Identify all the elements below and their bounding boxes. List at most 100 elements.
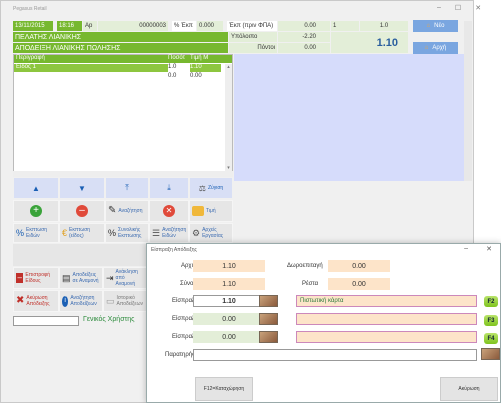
price-value: 1.0 bbox=[360, 21, 408, 31]
arrow-bottom-icon: ⤓ bbox=[167, 183, 171, 192]
change-value: 0.00 bbox=[328, 278, 390, 290]
percent-icon: % bbox=[108, 228, 117, 238]
cancel-button[interactable]: Ακύρωση bbox=[440, 377, 498, 401]
time-field: 18:16 bbox=[57, 21, 82, 31]
dialog-title: Είσπραξη Απόδειξης bbox=[151, 247, 197, 253]
history-buttons: ✖ Ακύρωση Απόδειξης i Αναζήτηση Αποδείξεων… bbox=[13, 290, 147, 312]
notes-icon[interactable] bbox=[481, 348, 500, 360]
nav-buttons: ▲ ▼ ⤒ ⤓ ⚖ Ζύγιση bbox=[13, 177, 233, 199]
points-label: Πόντοι bbox=[229, 43, 277, 53]
minimize-icon[interactable]: – bbox=[437, 4, 441, 12]
customer-name: ΠΕΛΑΤΗΣ ΛΙΑΝΙΚΗΣ bbox=[13, 32, 228, 42]
col-price: Τιμή Μ bbox=[190, 55, 209, 61]
return-item-button[interactable]: – Επιστροφή Είδους bbox=[13, 267, 59, 289]
cancel-receipt-button[interactable]: ✖ Ακύρωση Απόδειξης bbox=[13, 290, 59, 312]
arrow-in-icon: ⇥ bbox=[106, 273, 114, 283]
delete-button[interactable]: ✕ bbox=[149, 200, 189, 222]
maximize-icon[interactable]: ☐ bbox=[455, 4, 461, 12]
work-files-button[interactable]: ⚙ Αρχείς Εργασίας bbox=[189, 223, 233, 243]
item-discount-button[interactable]: € Εκπτωση (είδος) bbox=[59, 223, 105, 243]
action-buttons: + – ✎ Αναζήτηση ✕ Τιμή bbox=[13, 200, 233, 222]
f3-button[interactable]: F3 bbox=[484, 315, 498, 326]
discount-value[interactable]: 0.000 bbox=[197, 21, 223, 31]
move-down-button[interactable]: ▼ bbox=[59, 177, 105, 199]
document-icon: ▭ bbox=[106, 296, 115, 306]
window-controls: – ☐ ✕ bbox=[437, 4, 481, 12]
move-up-button[interactable]: ▲ bbox=[13, 177, 59, 199]
x-icon: ✖ bbox=[16, 295, 25, 306]
move-bottom-button[interactable]: ⤓ bbox=[149, 177, 189, 199]
col-quantity: Ποσότ bbox=[168, 55, 185, 61]
info-icon: i bbox=[62, 295, 69, 307]
dialog-minimize-icon[interactable]: – bbox=[464, 245, 468, 252]
items-discount-button[interactable]: % Εκπτωση Ειδών bbox=[13, 223, 59, 243]
discount-amount-value: 0.00 bbox=[278, 21, 330, 31]
payment-dialog: Είσπραξη Απόδειξης – ✕ Αρχικό 1.10 Δωροε… bbox=[146, 243, 501, 403]
minus-icon: – bbox=[76, 205, 88, 217]
receipt-history-button[interactable]: ▭ Ιστορικό Αποδείξεων bbox=[103, 290, 147, 312]
confirm-button[interactable]: F12=Καταχώρηση bbox=[195, 377, 253, 401]
user-label: Γενικός Χρήστης bbox=[83, 316, 135, 323]
user-input[interactable] bbox=[13, 316, 79, 326]
table-scrollbar[interactable]: ▴ ▾ bbox=[225, 64, 232, 171]
arrow-up-icon: ▲ bbox=[32, 183, 40, 193]
search-receipts-button[interactable]: i Αναζήτηση Αποδείξεων bbox=[59, 290, 103, 312]
cash-icon[interactable] bbox=[259, 313, 278, 325]
discount-buttons: % Εκπτωση Ειδών € Εκπτωση (είδος) % Συνολικ… bbox=[13, 223, 233, 243]
discount-label: % Έκπ bbox=[172, 21, 196, 31]
add-button[interactable]: + bbox=[13, 200, 59, 222]
notes-input[interactable] bbox=[193, 349, 477, 361]
search-button[interactable]: ✎ Αναζήτηση bbox=[105, 200, 149, 222]
gear-icon: ⚙ bbox=[192, 228, 201, 238]
table-header: Περιγραφή Ποσότ Τιμή Μ bbox=[14, 55, 232, 63]
list-icon: ▤ bbox=[62, 273, 71, 283]
f4-button[interactable]: F4 bbox=[484, 333, 498, 344]
initial-value: 1.10 bbox=[193, 260, 265, 272]
discount-amount-label: Έκπ (πριν ΦΠΑ) bbox=[227, 21, 277, 31]
plus-icon: + bbox=[30, 205, 42, 217]
change-label: Ρέστα bbox=[302, 281, 319, 287]
total-value: 1.10 bbox=[193, 278, 265, 290]
receipt-buttons: – Επιστροφή Είδους ▤ Αποδείξεις σε Αναμονή… bbox=[13, 267, 147, 289]
start-button[interactable]: ⌂ Αρχή bbox=[413, 42, 458, 54]
close-icon[interactable]: ✕ bbox=[475, 4, 481, 12]
main-scrollbar[interactable] bbox=[464, 21, 472, 181]
minus-box-icon: – bbox=[16, 273, 24, 283]
new-button[interactable]: ⌂ Νέο bbox=[413, 20, 458, 32]
remove-button[interactable]: – bbox=[59, 200, 105, 222]
gift-label: Δωροεπιταγή bbox=[287, 263, 323, 269]
move-top-button[interactable]: ⤒ bbox=[105, 177, 149, 199]
payment1-amount[interactable]: 1.10 bbox=[193, 295, 265, 307]
scale-button[interactable]: ⚖ Ζύγιση bbox=[189, 177, 233, 199]
spacer-row bbox=[13, 244, 147, 266]
gift-value: 0.00 bbox=[328, 260, 390, 272]
date-field: 13/11/2015 bbox=[13, 21, 53, 31]
search-items-button[interactable]: ☰ Αναζήτηση Ειδών bbox=[149, 223, 189, 243]
points-value: 0.00 bbox=[278, 43, 330, 53]
arrow-top-icon: ⤒ bbox=[125, 183, 129, 192]
window-title: Pegasus Retail bbox=[13, 6, 47, 12]
payment1-method[interactable]: Πιστωτική κάρτα bbox=[296, 295, 477, 307]
credit-card-icon[interactable] bbox=[259, 295, 278, 307]
close-circle-icon: ✕ bbox=[163, 205, 175, 217]
doc-type: ΑΠΟΔΕΙΞΗ ΛΙΑΝΙΚΗΣ ΠΩΛΗΣΗΣ bbox=[13, 43, 228, 53]
remaining-label: Υπόλοιπο bbox=[229, 32, 277, 42]
coin-icon: € bbox=[62, 228, 68, 238]
doc-number: 00000003 bbox=[98, 21, 168, 31]
f2-button[interactable]: F2 bbox=[484, 296, 498, 307]
payment2-method[interactable] bbox=[296, 313, 477, 325]
payment2-amount[interactable]: 0.00 bbox=[193, 313, 265, 325]
payment3-method[interactable] bbox=[296, 331, 477, 343]
table-row[interactable]: 0.0 0.00 bbox=[14, 73, 221, 81]
arrow-down-icon: ▼ bbox=[78, 183, 86, 193]
payment3-amount[interactable]: 0.00 bbox=[193, 331, 265, 343]
total-discount-button[interactable]: % Συνολικής Εκπτωσης bbox=[105, 223, 149, 243]
voucher-icon[interactable] bbox=[259, 331, 278, 343]
dialog-close-icon[interactable]: ✕ bbox=[486, 245, 492, 253]
pencil-icon: ✎ bbox=[108, 205, 117, 216]
qty-value: 1 bbox=[331, 21, 359, 31]
hold-receipts-button[interactable]: ▤ Αποδείξεις σε Αναμονή bbox=[59, 267, 103, 289]
recall-receipt-button[interactable]: ⇥ Ανάκληση από Αναμονή bbox=[103, 267, 147, 289]
table-row[interactable]: Είδος 1 1.0 1.10 bbox=[14, 64, 221, 72]
price-button[interactable]: Τιμή bbox=[189, 200, 233, 222]
